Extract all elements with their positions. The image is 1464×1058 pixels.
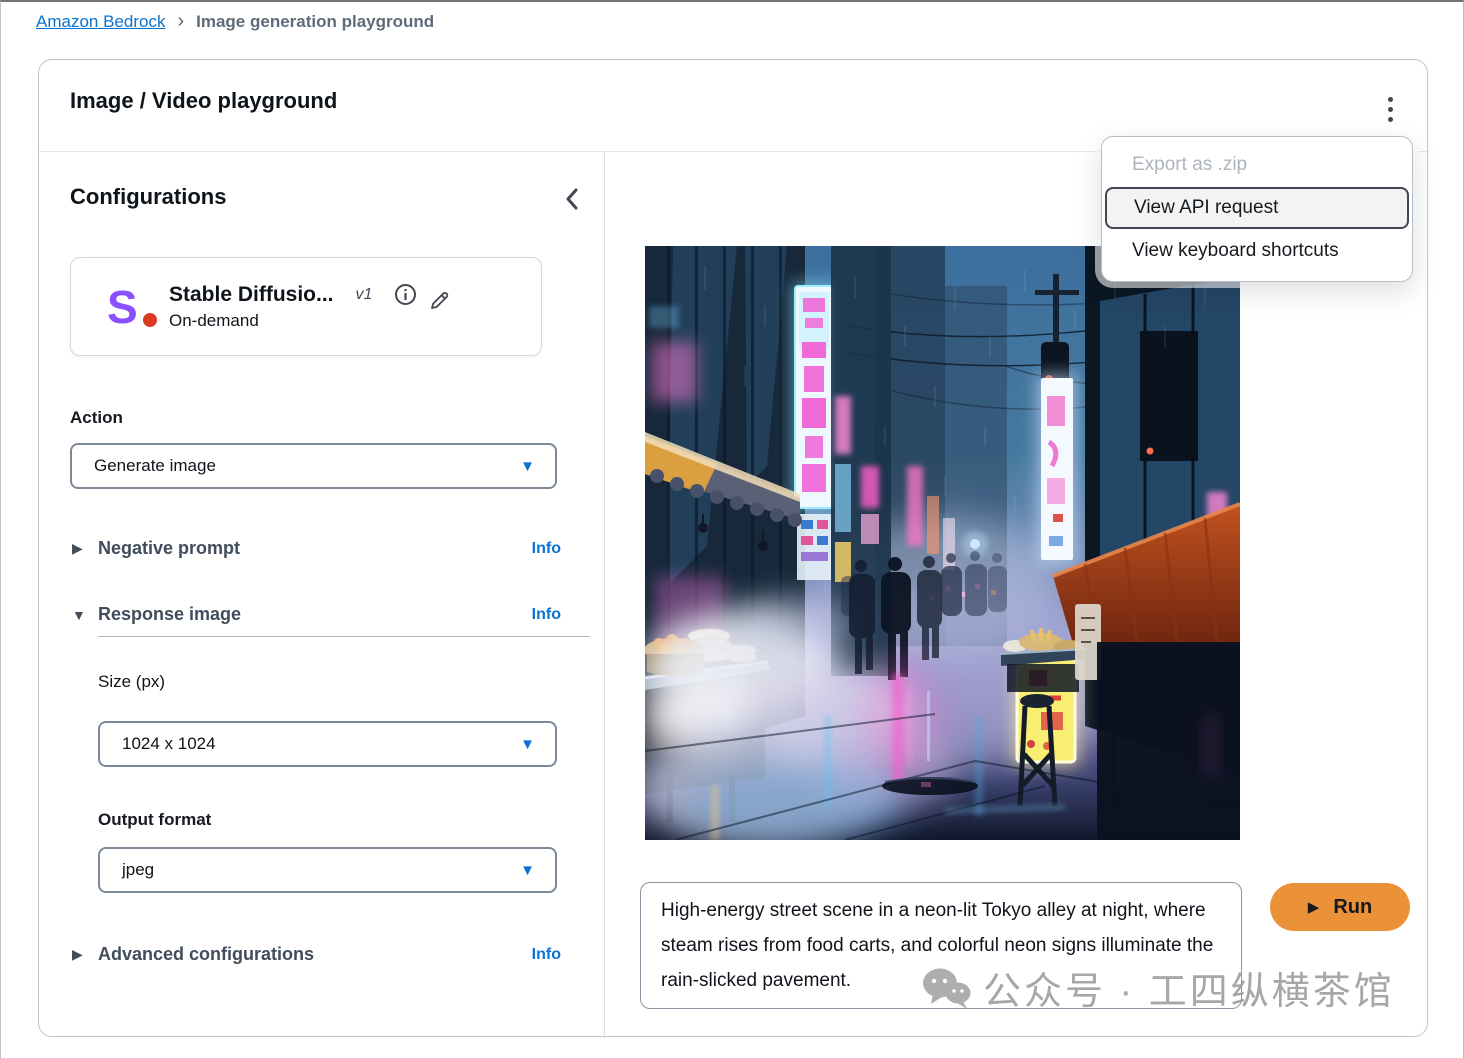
triangle-right-icon: ▶ [72, 946, 94, 963]
triangle-right-icon: ▶ [72, 540, 94, 557]
chevron-down-icon: ▼ [520, 736, 535, 753]
app-window: Amazon Bedrock › Image generation playgr… [0, 0, 1464, 1058]
action-select[interactable]: Generate image ▼ [70, 443, 557, 489]
run-button[interactable]: ▶ Run [1270, 883, 1410, 931]
model-info-button[interactable] [394, 283, 417, 306]
overflow-menu: Export as .zip View API request View key… [1101, 136, 1413, 282]
output-format-label: Output format [98, 810, 211, 830]
pencil-icon [429, 290, 450, 311]
page-title: Image / Video playground [70, 88, 337, 114]
section-advanced-configurations[interactable]: ▶ Advanced configurations Info [72, 944, 561, 965]
negative-prompt-info-link[interactable]: Info [532, 540, 561, 558]
model-version: v1 [356, 286, 373, 304]
section-negative-prompt[interactable]: ▶ Negative prompt Info [72, 538, 561, 559]
menu-item-view-api-request[interactable]: View API request [1105, 187, 1409, 229]
model-selector-card[interactable]: S Stable Diffusio... v1 [70, 257, 542, 356]
breadcrumb-current: Image generation playground [196, 12, 434, 32]
prompt-input[interactable]: High-energy street scene in a neon-lit T… [640, 882, 1242, 1009]
size-select[interactable]: 1024 x 1024 ▼ [98, 721, 557, 767]
section-response-image[interactable]: ▼ Response image Info [72, 604, 561, 625]
model-name: Stable Diffusio... [169, 283, 334, 307]
configurations-title: Configurations [70, 184, 226, 210]
generated-image [645, 246, 1240, 840]
response-image-info-link[interactable]: Info [532, 606, 561, 624]
chevron-down-icon: ▼ [520, 862, 535, 879]
size-label: Size (px) [98, 672, 165, 692]
model-throughput: On-demand [169, 311, 450, 331]
collapse-panel-button[interactable] [559, 186, 585, 212]
info-icon [394, 283, 417, 306]
breadcrumb-separator-icon: › [177, 11, 184, 31]
advanced-config-info-link[interactable]: Info [532, 946, 561, 964]
action-label: Action [70, 408, 123, 428]
chevron-left-icon [565, 188, 579, 210]
overflow-menu-button[interactable] [1377, 86, 1403, 132]
edit-model-button[interactable] [429, 290, 450, 311]
chevron-down-icon: ▼ [520, 458, 535, 475]
stability-ai-logo: S [107, 284, 165, 330]
section-divider [98, 636, 590, 637]
output-format-select[interactable]: jpeg ▼ [98, 847, 557, 893]
play-icon: ▶ [1308, 898, 1320, 916]
triangle-down-icon: ▼ [72, 607, 94, 623]
breadcrumb: Amazon Bedrock › Image generation playgr… [36, 12, 434, 32]
breadcrumb-link-bedrock[interactable]: Amazon Bedrock [36, 12, 165, 32]
panel-divider [604, 151, 605, 1038]
menu-item-export-zip[interactable]: Export as .zip [1102, 145, 1412, 185]
menu-item-view-keyboard-shortcuts[interactable]: View keyboard shortcuts [1102, 231, 1412, 271]
playground-card: Image / Video playground Configurations … [38, 59, 1428, 1037]
